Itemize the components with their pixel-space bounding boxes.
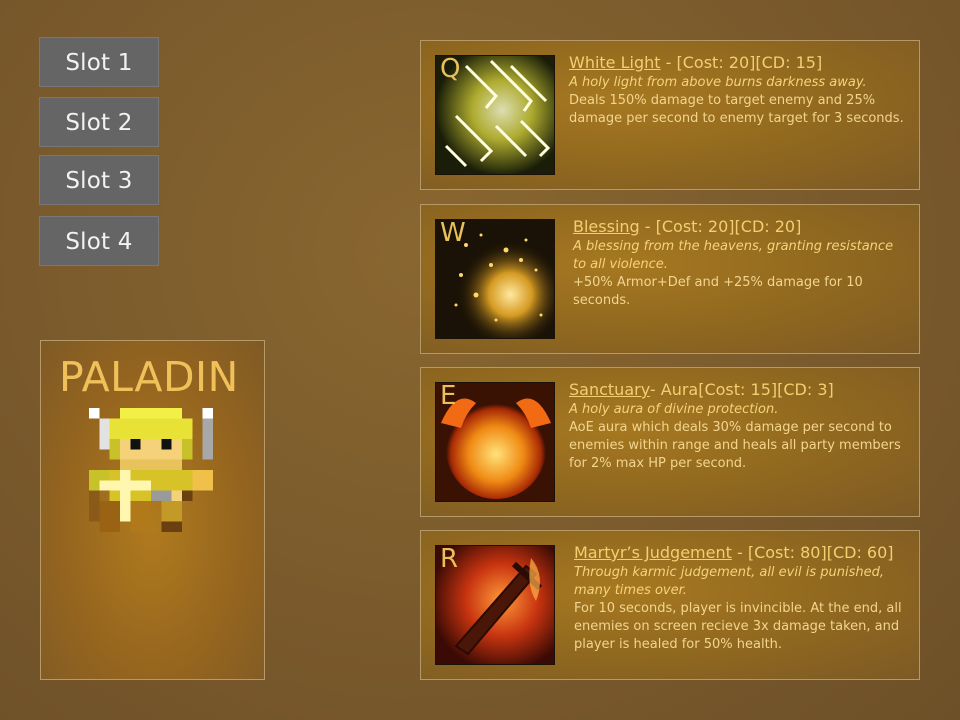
ability-title: Martyr’s Judgement - [Cost: 80][CD: 60]: [574, 543, 909, 563]
class-name: PALADIN: [59, 353, 239, 401]
ability-stats: [Cost: 20][CD: 15]: [676, 53, 823, 72]
ability-title: Blessing - [Cost: 20][CD: 20]: [573, 217, 909, 237]
ability-card-e[interactable]: E Sanctuary- Aura[Cost: 15][CD: 3] A hol…: [420, 367, 920, 517]
ability-separator: -: [639, 217, 656, 236]
ability-stats: Aura[Cost: 15][CD: 3]: [660, 380, 834, 399]
ability-name: Blessing: [573, 217, 640, 236]
slot-2-button[interactable]: Slot 2: [39, 97, 159, 147]
ability-separator: -: [660, 53, 677, 72]
ability-flavor: A holy light from above burns darkness a…: [569, 75, 867, 90]
ability-stats: [Cost: 80][CD: 60]: [747, 543, 894, 562]
ability-description: For 10 seconds, player is invincible. At…: [574, 601, 902, 652]
ability-flavor: A blessing from the heavens, granting re…: [573, 239, 894, 272]
ability-name: White Light: [569, 53, 661, 72]
ability-icon-frame: E: [435, 382, 555, 502]
ability-separator: -: [649, 380, 661, 399]
ability-text: Sanctuary- Aura[Cost: 15][CD: 3] A holy …: [569, 380, 909, 473]
hotkey-label: R: [440, 545, 459, 574]
ability-text: Martyr’s Judgement - [Cost: 80][CD: 60] …: [574, 543, 909, 654]
hotkey-label: W: [440, 219, 466, 248]
hotkey-label: E: [440, 382, 457, 411]
ability-icon-frame: R: [435, 545, 555, 665]
ability-title: White Light - [Cost: 20][CD: 15]: [569, 53, 909, 73]
slot-4-button[interactable]: Slot 4: [39, 216, 159, 266]
slot-3-button[interactable]: Slot 3: [39, 155, 159, 205]
ability-description: AoE aura which deals 30% damage per seco…: [569, 420, 901, 471]
ability-icon-frame: Q: [435, 55, 555, 175]
ability-card-r[interactable]: R Martyr’s Judgement - [Cost: 80][CD: 60…: [420, 530, 920, 680]
ability-title: Sanctuary- Aura[Cost: 15][CD: 3]: [569, 380, 909, 400]
ability-card-w[interactable]: W Blessing - [Cost: 20][CD: 20] A blessi…: [420, 204, 920, 354]
class-panel: PALADIN: [40, 340, 265, 680]
ability-card-q[interactable]: Q White Light - [Cost: 20][CD: 15] A hol…: [420, 40, 920, 190]
ability-text: Blessing - [Cost: 20][CD: 20] A blessing…: [573, 217, 909, 310]
hotkey-label: Q: [440, 55, 461, 84]
ability-icon-frame: W: [435, 219, 555, 339]
ability-description: Deals 150% damage to target enemy and 25…: [569, 93, 904, 126]
slot-1-button[interactable]: Slot 1: [39, 37, 159, 87]
ability-text: White Light - [Cost: 20][CD: 15] A holy …: [569, 53, 909, 128]
ability-description: +50% Armor+Def and +25% damage for 10 se…: [573, 275, 863, 308]
ability-separator: -: [731, 543, 748, 562]
ability-name: Sanctuary: [569, 380, 650, 399]
ability-stats: [Cost: 20][CD: 20]: [655, 217, 802, 236]
paladin-sprite-icon: [89, 408, 213, 532]
ability-name: Martyr’s Judgement: [574, 543, 732, 562]
ability-flavor: Through karmic judgement, all evil is pu…: [574, 565, 884, 598]
ability-flavor: A holy aura of divine protection.: [569, 402, 779, 417]
